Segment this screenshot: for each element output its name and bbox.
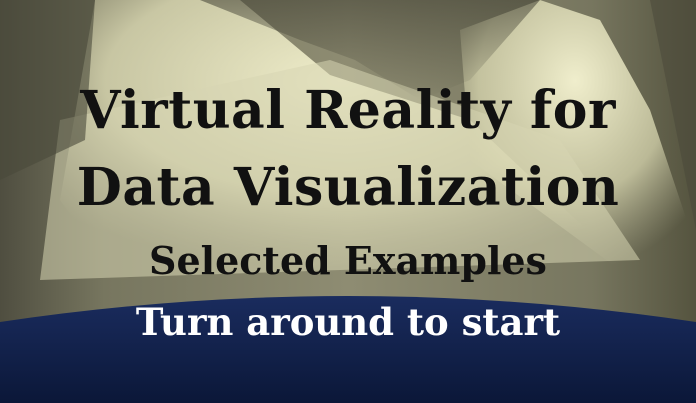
start-prompt: Turn around to start xyxy=(135,300,561,344)
subtitle: Selected Examples xyxy=(149,238,547,283)
title-line-2: Data Visualization xyxy=(76,157,620,218)
vr-start-scene: Virtual Reality for Data Visualization S… xyxy=(0,0,696,403)
title-line-1: Virtual Reality for xyxy=(80,80,616,141)
